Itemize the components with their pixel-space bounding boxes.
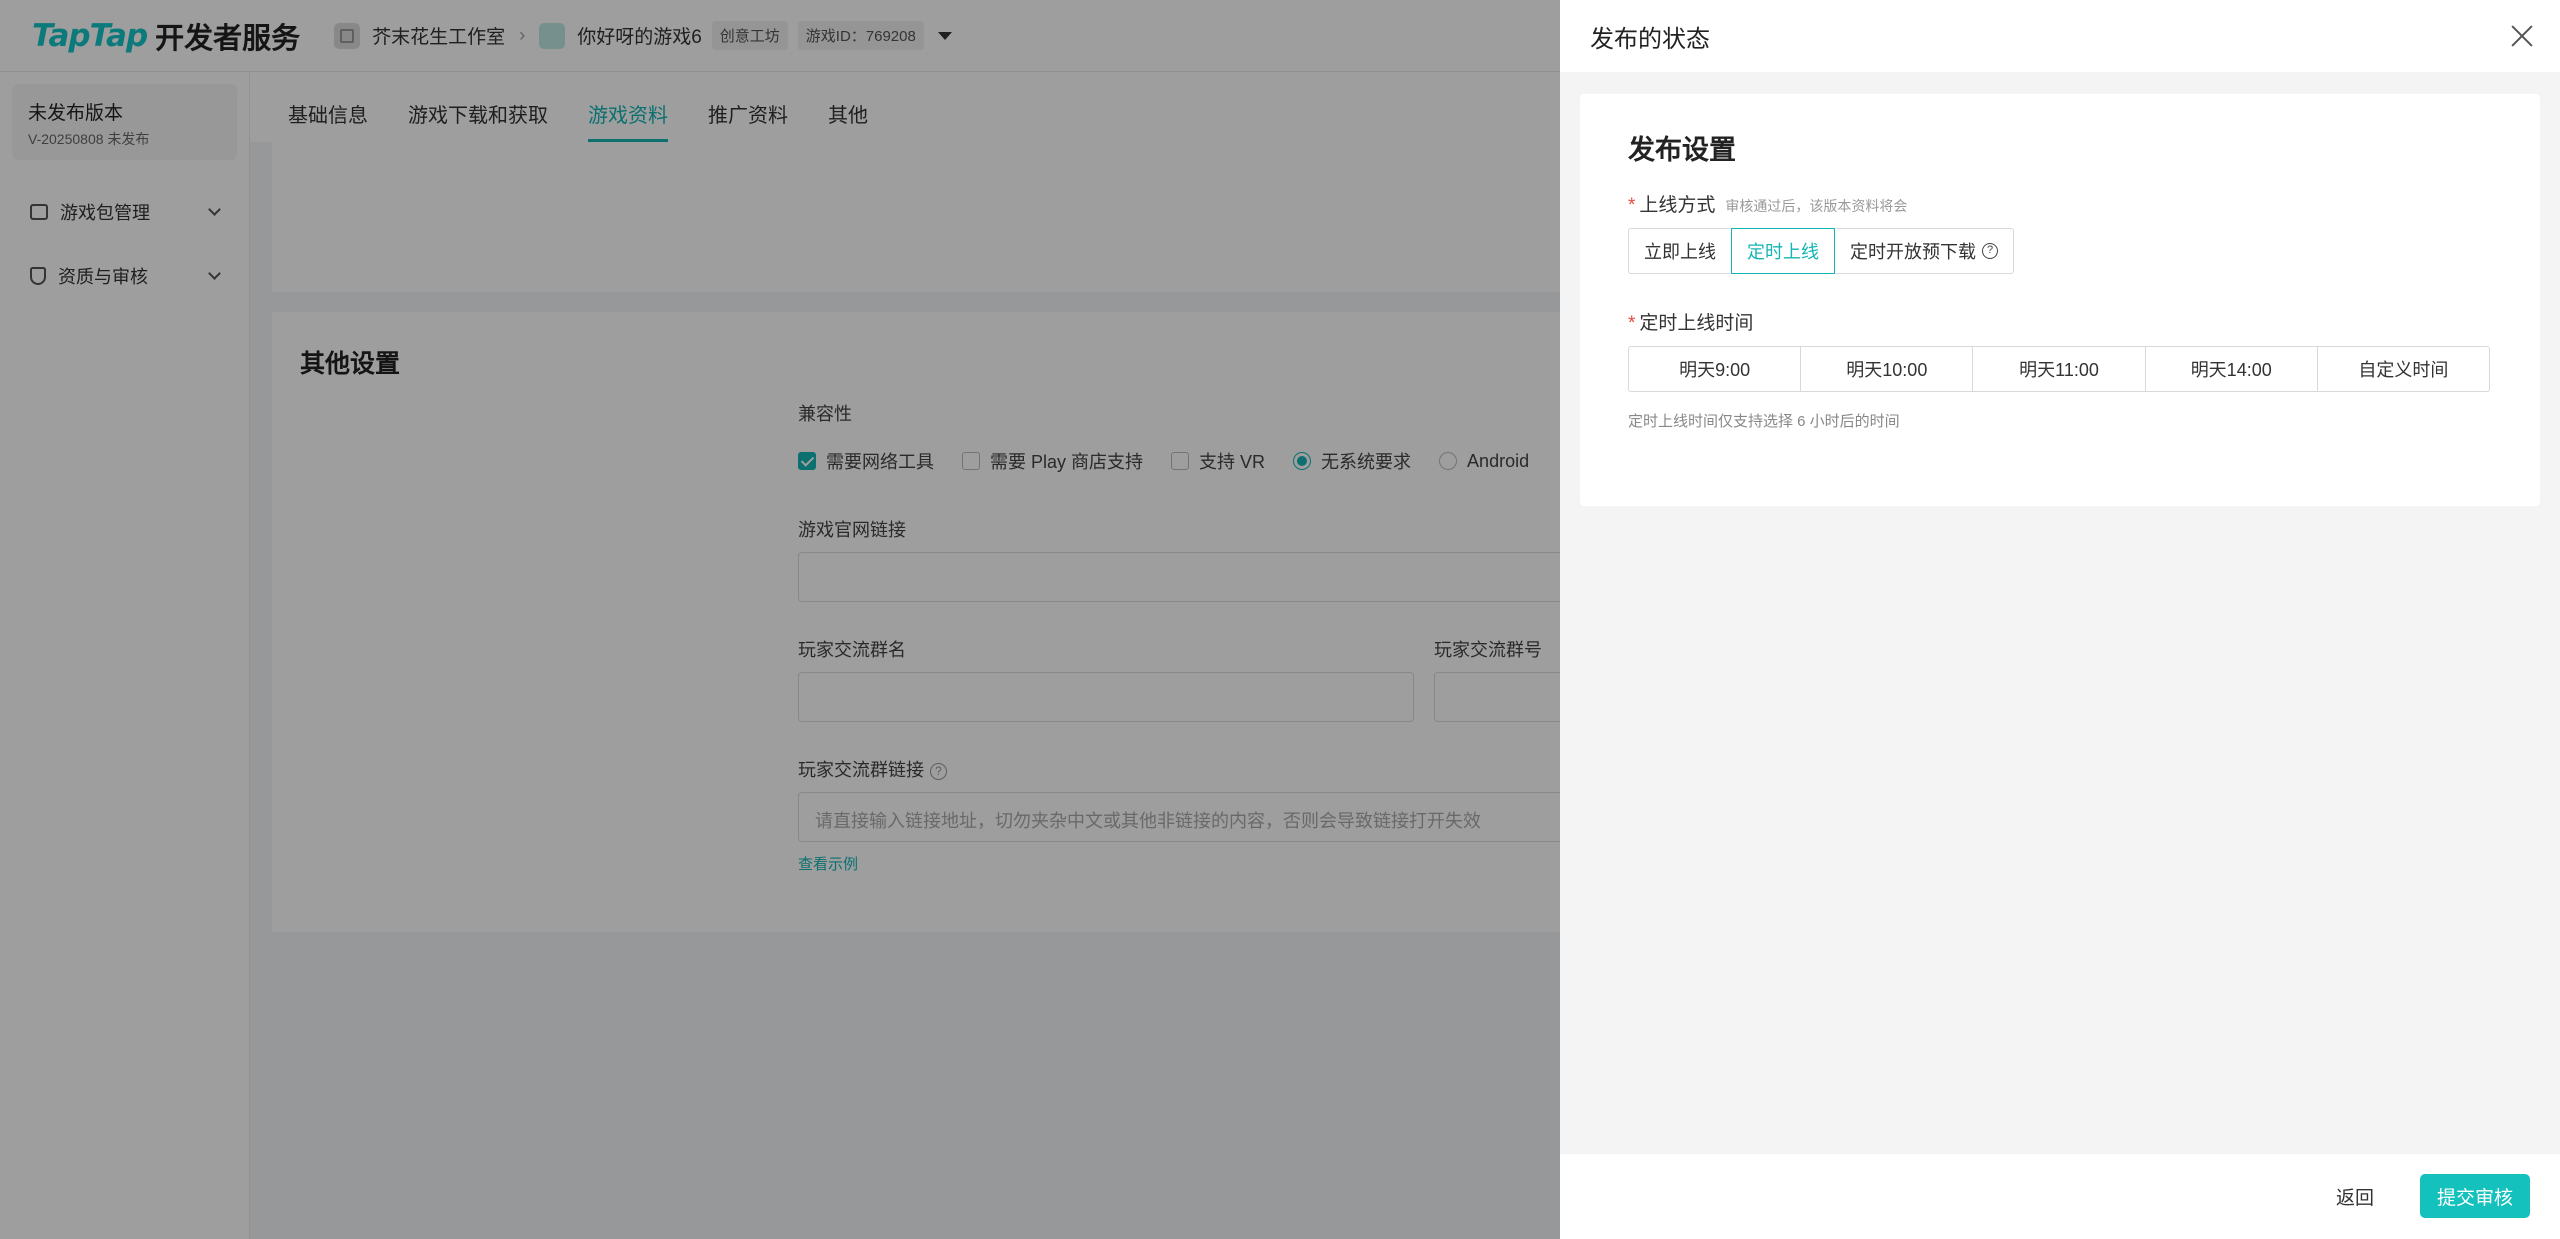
launch-mode-label: * 上线方式 审核通过后，该版本资料将会 [1628, 190, 1907, 217]
drawer-title: 发布的状态 [1590, 25, 1710, 53]
launch-immediately-button[interactable]: 立即上线 [1628, 228, 1732, 274]
time-option-custom[interactable]: 自定义时间 [2316, 347, 2489, 391]
time-option-11[interactable]: 明天11:00 [1972, 347, 2144, 391]
schedule-time-label: * 定时上线时间 [1628, 308, 1753, 335]
schedule-note: 定时上线时间仅支持选择 6 小时后的时间 [1628, 413, 1900, 430]
help-icon[interactable]: ? [1982, 243, 1998, 259]
launch-mode-hint: 审核通过后，该版本资料将会 [1725, 198, 1908, 214]
required-asterisk: * [1628, 313, 1636, 334]
button-label: 定时开放预下载 [1850, 242, 1976, 262]
modal-overlay[interactable] [0, 0, 1560, 1239]
time-option-10[interactable]: 明天10:00 [1800, 347, 1972, 391]
time-option-14[interactable]: 明天14:00 [2144, 347, 2317, 391]
drawer-header: 发布的状态 [1560, 0, 2560, 72]
publish-status-drawer: 发布的状态 发布设置 * 上线方式 审核通过后，该版本资料将会 立即上线 定时上线 … [1560, 0, 2560, 1239]
label-text: 定时上线时间 [1639, 313, 1754, 334]
section-title: 发布设置 [1628, 135, 1736, 165]
launch-mode-selector: 立即上线 定时上线 定时开放预下载? [1628, 228, 2014, 274]
drawer-footer: 返回 提交审核 [1560, 1154, 2560, 1239]
publish-settings-card: 发布设置 * 上线方式 审核通过后，该版本资料将会 立即上线 定时上线 定时开放预下… [1580, 94, 2540, 506]
back-button[interactable]: 返回 [2318, 1175, 2392, 1217]
label-text: 上线方式 [1639, 195, 1716, 216]
submit-review-button[interactable]: 提交审核 [2420, 1174, 2530, 1218]
schedule-time-options: 明天9:00 明天10:00 明天11:00 明天14:00 自定义时间 [1628, 346, 2490, 392]
close-icon[interactable] [2508, 22, 2536, 50]
scheduled-predownload-button[interactable]: 定时开放预下载? [1834, 228, 2014, 274]
launch-scheduled-button[interactable]: 定时上线 [1731, 228, 1835, 274]
required-asterisk: * [1628, 195, 1636, 216]
time-option-9[interactable]: 明天9:00 [1629, 347, 1800, 391]
